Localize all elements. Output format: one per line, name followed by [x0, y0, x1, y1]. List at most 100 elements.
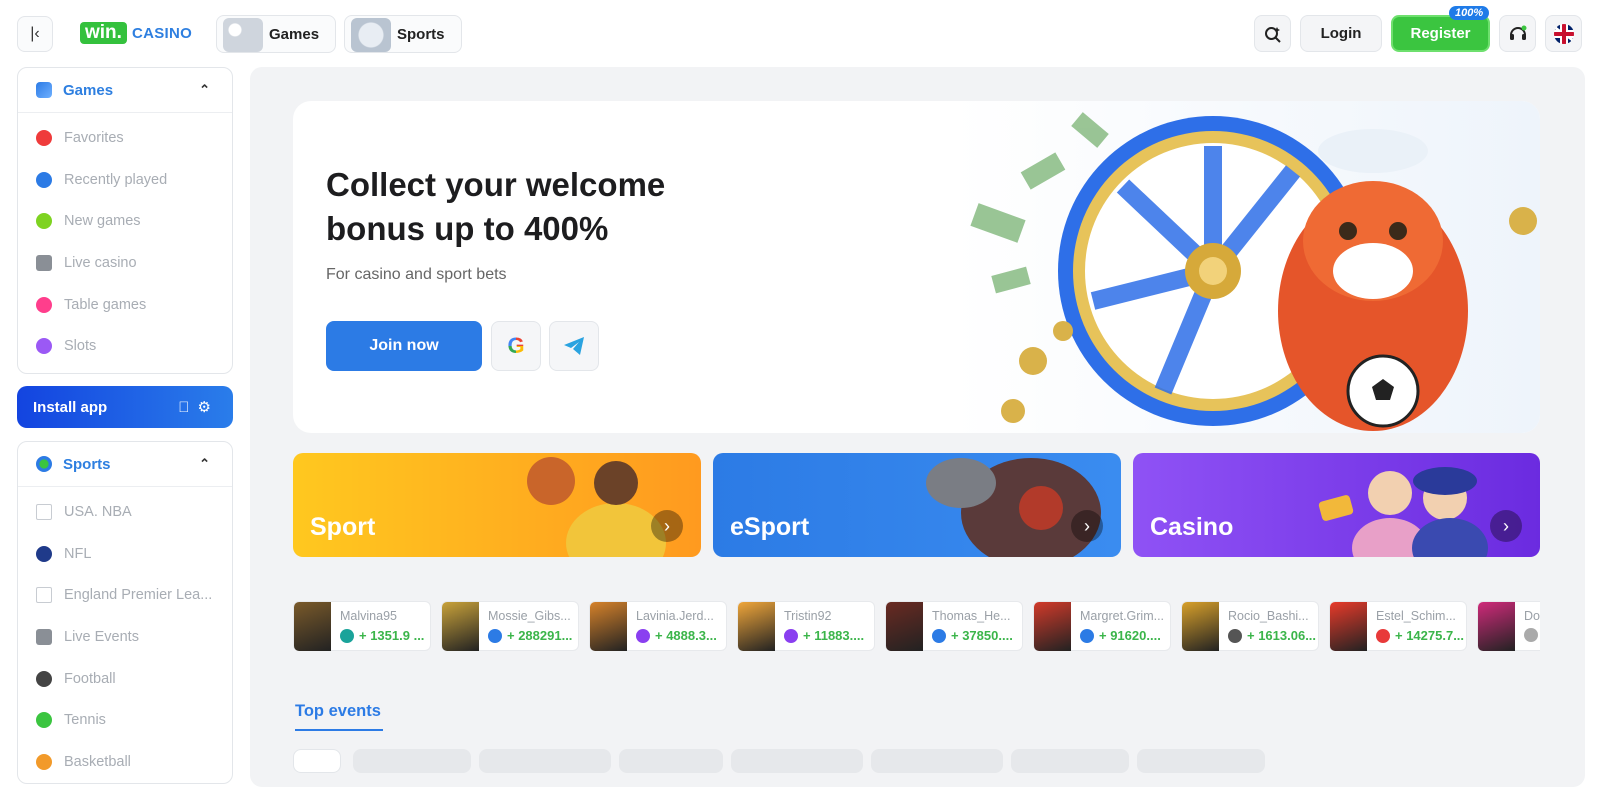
filter-chip[interactable]	[619, 749, 723, 773]
game-thumbnail	[590, 602, 627, 651]
games-icon	[36, 82, 52, 98]
win-amount: + 4888.3...	[655, 628, 717, 643]
sidebar-item-england-premier-lea[interactable]: England Premier Lea...	[18, 575, 232, 617]
category-esport-label: eSport	[730, 513, 810, 541]
filter-chip-all[interactable]	[293, 749, 341, 773]
chevron-up-icon[interactable]: ⌃	[199, 456, 210, 472]
basketball-player-image	[527, 457, 666, 557]
casino-women-image	[1318, 467, 1488, 557]
currency-icon	[1228, 628, 1242, 643]
filter-chip[interactable]	[731, 749, 863, 773]
headset-icon	[1509, 25, 1526, 40]
category-sport[interactable]: Sport ›	[293, 453, 701, 557]
currency-icon	[784, 628, 798, 643]
winner-username: Mossie_Gibs...	[488, 609, 571, 623]
sidebar-item-label: Live casino	[64, 254, 137, 271]
nav-games-label: Games	[269, 25, 320, 43]
sidebar-item-label: Football	[64, 670, 116, 687]
language-button[interactable]	[1545, 15, 1582, 52]
google-signin-button[interactable]: G	[491, 321, 541, 371]
register-button[interactable]: Register	[1391, 15, 1490, 52]
sidebar-item-label: Favorites	[64, 129, 124, 146]
game-thumbnail	[442, 602, 479, 651]
filter-chip[interactable]	[871, 749, 1003, 773]
sidebar-item-recently-played[interactable]: Recently played	[18, 159, 232, 201]
active-tab-underline	[295, 729, 383, 731]
winner-username: Dor	[1524, 609, 1540, 623]
nba-icon	[36, 503, 52, 520]
sidebar-item-usa-nba[interactable]: USA. NBA	[18, 491, 232, 533]
sidebar-item-live-casino[interactable]: Live casino	[18, 242, 232, 284]
winner-username: Rocio_Bashi...	[1228, 609, 1309, 623]
sidebar-item-football[interactable]: Football	[18, 658, 232, 700]
win-card[interactable]: Estel_Schim... + 14275.7...	[1329, 601, 1467, 651]
support-button[interactable]	[1499, 15, 1536, 52]
epl-icon	[36, 587, 52, 604]
slots-icon	[36, 338, 52, 355]
sidebar-item-slots[interactable]: Slots	[18, 325, 232, 367]
win-amount: + 1613.06...	[1247, 628, 1317, 643]
win-card[interactable]: Lavinia.Jerd... + 4888.3...	[589, 601, 727, 651]
nav-sports[interactable]: Sports	[344, 15, 462, 53]
win-card[interactable]: Rocio_Bashi... + 1613.06...	[1181, 601, 1319, 651]
heart-icon	[36, 129, 52, 146]
games-list: Favorites Recently played New games Live ca…	[18, 113, 232, 373]
win-card[interactable]: Margret.Grim... + 91620....	[1033, 601, 1171, 651]
sidebar-item-nfl[interactable]: NFL	[18, 533, 232, 575]
game-thumbnail	[738, 602, 775, 651]
sidebar-item-label: New games	[64, 213, 141, 230]
tennis-icon	[36, 712, 52, 729]
sidebar-item-live-events[interactable]: Live Events	[18, 616, 232, 658]
winner-username: Estel_Schim...	[1376, 609, 1456, 623]
logo-casino: CASINO	[131, 24, 193, 42]
chevron-right-icon: ›	[1490, 510, 1522, 542]
currency-icon	[636, 628, 650, 643]
game-thumbnail	[1478, 602, 1515, 651]
sidebar-item-basketball[interactable]: Basketball	[18, 741, 232, 783]
login-button[interactable]: Login	[1300, 15, 1382, 52]
games-section-header[interactable]: Games ⌃	[18, 68, 232, 113]
category-casino[interactable]: Casino ›	[1133, 453, 1540, 557]
filter-chip[interactable]	[1011, 749, 1129, 773]
nav-games[interactable]: Games	[216, 15, 336, 53]
telegram-signin-button[interactable]	[549, 321, 599, 371]
banner-subtitle: For casino and sport bets	[326, 266, 507, 283]
sidebar-item-label: Slots	[64, 338, 97, 355]
currency-icon	[1080, 628, 1094, 643]
win-card[interactable]: Malvina95 + 1351.9 ...	[293, 601, 431, 651]
collapse-sidebar-button[interactable]: |‹	[17, 16, 53, 52]
win-card[interactable]: Thomas_He... + 37850....	[885, 601, 1023, 651]
sidebar-item-label: Table games	[64, 296, 147, 313]
install-app-button[interactable]: Install app ⚙	[17, 386, 233, 429]
search-button[interactable]	[1254, 15, 1291, 52]
chevron-up-icon[interactable]: ⌃	[199, 82, 210, 98]
filter-chip[interactable]	[353, 749, 471, 773]
join-now-button[interactable]: Join now	[326, 321, 482, 371]
filter-chip[interactable]	[1137, 749, 1265, 773]
currency-icon	[488, 628, 502, 643]
win-card[interactable]: Tristin92 + 11883....	[737, 601, 875, 651]
sidebar-item-tennis[interactable]: Tennis	[18, 700, 232, 742]
win-amount-row: + 288291...	[488, 628, 578, 643]
sidebar-item-new-games[interactable]: New games	[18, 200, 232, 242]
google-icon: G	[507, 333, 525, 358]
sidebar-item-label: Basketball	[64, 754, 131, 771]
tab-top-events[interactable]: Top events	[295, 702, 381, 721]
win-amount-row: + 37850....	[932, 628, 1022, 643]
win-amount-row	[1524, 628, 1540, 642]
logo[interactable]: win. CASINO	[80, 21, 192, 45]
sports-section-header[interactable]: Sports ⌃	[18, 442, 232, 488]
filter-chip[interactable]	[479, 749, 611, 773]
sidebar: Games ⌃ Favorites Recently played New game…	[17, 67, 233, 784]
category-casino-label: Casino	[1150, 513, 1234, 541]
win-card[interactable]: Mossie_Gibs... + 288291...	[441, 601, 579, 651]
new-icon	[36, 213, 52, 230]
win-card[interactable]: Dor	[1477, 601, 1540, 651]
apple-android-icon: ⚙	[178, 399, 219, 417]
sidebar-item-label: USA. NBA	[64, 503, 132, 520]
win-amount: + 14275.7...	[1395, 628, 1465, 643]
sidebar-item-favorites[interactable]: Favorites	[18, 117, 232, 159]
category-esport[interactable]: eSport ›	[713, 453, 1121, 557]
win-amount: + 1351.9 ...	[359, 628, 425, 643]
sidebar-item-table-games[interactable]: Table games	[18, 284, 232, 326]
